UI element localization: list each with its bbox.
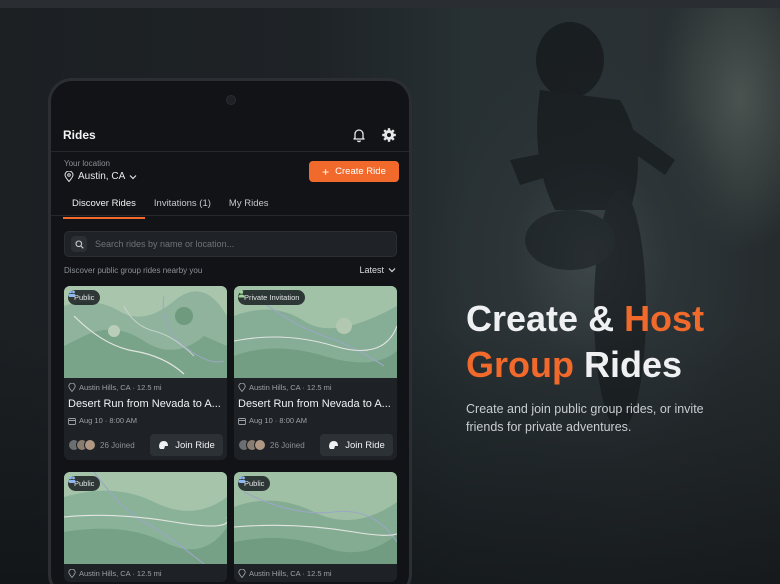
badge-label: Private Invitation [244,293,300,302]
search-icon [71,236,87,252]
joined-count: 26 Joined [100,440,135,450]
join-ride-label: Join Ride [175,439,215,451]
app-header: Rides [63,121,397,149]
filter-row: Discover public group rides nearby you L… [64,265,396,275]
ride-card[interactable]: Public Austin Hills, CA · 12.5 mi Desert… [64,286,227,460]
ride-location: Austin Hills, CA · 12.5 mi [79,383,162,392]
page-title: Rides [63,128,96,142]
ride-date: Aug 10 · 8:00 AM [249,416,307,425]
gear-icon[interactable] [381,127,397,143]
location-pin-icon [64,171,74,182]
badge-label: Public [74,479,95,488]
hero-text: Rides [573,344,683,385]
create-ride-label: Create Ride [335,166,386,177]
ride-title: Desert Run from Nevada to A... [238,398,391,410]
people-icon [68,476,76,483]
sort-value: Latest [359,265,384,275]
location-pin-icon [68,383,76,392]
tabs-divider [51,215,409,216]
route-map: Public [64,286,227,378]
header-divider [51,151,409,152]
location-pin-icon [238,383,246,392]
person-lock-icon [238,290,245,298]
calendar-icon [238,417,246,425]
hero-subtitle: Create and join public group rides, or i… [466,402,704,434]
visibility-badge: Public [68,476,101,491]
helmet-icon [329,441,339,449]
location-value: Austin, CA [78,171,126,182]
location-pin-icon [238,569,246,578]
hero-headline-line-1: Create & Host [466,296,766,342]
join-ride-button[interactable]: Join Ride [320,434,393,456]
location-selector[interactable]: Your location Austin, CA [64,159,137,182]
ride-card[interactable]: Public Austin Hills, CA · 12.5 mi [234,472,397,582]
phone-frame: Rides Your location Austin, CA + Create … [48,78,412,584]
badge-label: Public [244,479,265,488]
location-label: Your location [64,159,110,168]
search-input[interactable]: Search rides by name or location... [64,231,397,257]
ride-location: Austin Hills, CA · 12.5 mi [79,569,162,578]
visibility-badge: Public [238,476,271,491]
camera-dot [226,95,236,105]
route-map: Private Invitation [234,286,397,378]
join-ride-label: Join Ride [345,439,385,451]
bell-icon[interactable] [351,127,367,143]
joined-count: 26 Joined [270,440,305,450]
people-icon [238,476,246,483]
plus-icon: + [322,164,330,179]
people-icon [68,290,76,297]
calendar-icon [68,417,76,425]
join-ride-button[interactable]: Join Ride [150,434,223,456]
ride-card[interactable]: Private Invitation Austin Hills, CA · 12… [234,286,397,460]
avatar [84,439,96,451]
joined-avatars: 26 Joined [68,439,135,451]
chevron-down-icon [388,268,396,273]
hero-accent-text: Host [624,298,705,339]
ride-title: Desert Run from Nevada to A... [68,398,221,410]
create-ride-button[interactable]: + Create Ride [309,161,399,182]
helmet-icon [159,441,169,449]
ride-card[interactable]: Public Austin Hills, CA · 12.5 mi [64,472,227,582]
hero-section: Create & Host Group Rides Create and joi… [466,296,766,436]
visibility-badge: Public [68,290,101,305]
location-pin-icon [68,569,76,578]
ride-location: Austin Hills, CA · 12.5 mi [249,383,332,392]
sort-dropdown[interactable]: Latest [359,265,396,275]
badge-label: Public [74,293,95,302]
visibility-badge: Private Invitation [238,290,306,305]
filter-description: Discover public group rides nearby you [64,265,203,275]
route-map: Public [64,472,227,564]
route-map: Public [234,472,397,564]
hero-accent-text: Group [466,344,574,385]
top-strip [0,0,780,8]
ride-date: Aug 10 · 8:00 AM [79,416,137,425]
hero-headline-line-2: Group Rides [466,342,766,388]
search-placeholder: Search rides by name or location... [95,239,235,249]
chevron-down-icon [129,174,137,179]
ride-location: Austin Hills, CA · 12.5 mi [249,569,332,578]
avatar [254,439,266,451]
hero-text: Create & [466,298,625,339]
joined-avatars: 26 Joined [238,439,305,451]
